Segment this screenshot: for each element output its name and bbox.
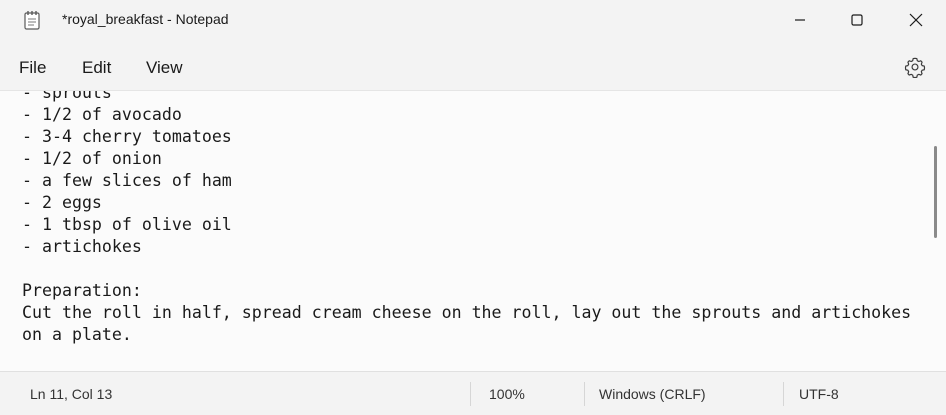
minimize-icon xyxy=(795,19,805,21)
close-icon xyxy=(909,13,923,27)
menu-edit[interactable]: Edit xyxy=(82,58,111,78)
notepad-icon xyxy=(24,11,40,30)
menu-bar: File Edit View xyxy=(0,44,946,90)
window-title: *royal_breakfast - Notepad xyxy=(62,11,229,27)
encoding: UTF-8 xyxy=(799,386,839,402)
editor-content[interactable]: - sprouts - 1/2 of avocado - 3-4 cherry … xyxy=(22,91,911,372)
close-button[interactable] xyxy=(888,0,944,40)
menu-file[interactable]: File xyxy=(19,58,46,78)
menu-view[interactable]: View xyxy=(146,58,183,78)
status-divider xyxy=(783,382,784,406)
line-ending: Windows (CRLF) xyxy=(599,386,706,402)
gear-icon[interactable] xyxy=(904,56,926,78)
status-divider xyxy=(470,382,471,406)
zoom-level: 100% xyxy=(489,386,525,402)
cursor-position: Ln 11, Col 13 xyxy=(30,386,113,402)
status-divider xyxy=(584,382,585,406)
maximize-icon xyxy=(851,14,863,26)
title-bar: *royal_breakfast - Notepad xyxy=(0,0,946,40)
minimize-button[interactable] xyxy=(772,0,828,40)
vertical-scrollbar[interactable] xyxy=(934,146,937,238)
text-editor[interactable]: - sprouts - 1/2 of avocado - 3-4 cherry … xyxy=(0,90,946,372)
status-bar: Ln 11, Col 13 100% Windows (CRLF) UTF-8 xyxy=(0,371,946,415)
maximize-button[interactable] xyxy=(829,0,885,40)
